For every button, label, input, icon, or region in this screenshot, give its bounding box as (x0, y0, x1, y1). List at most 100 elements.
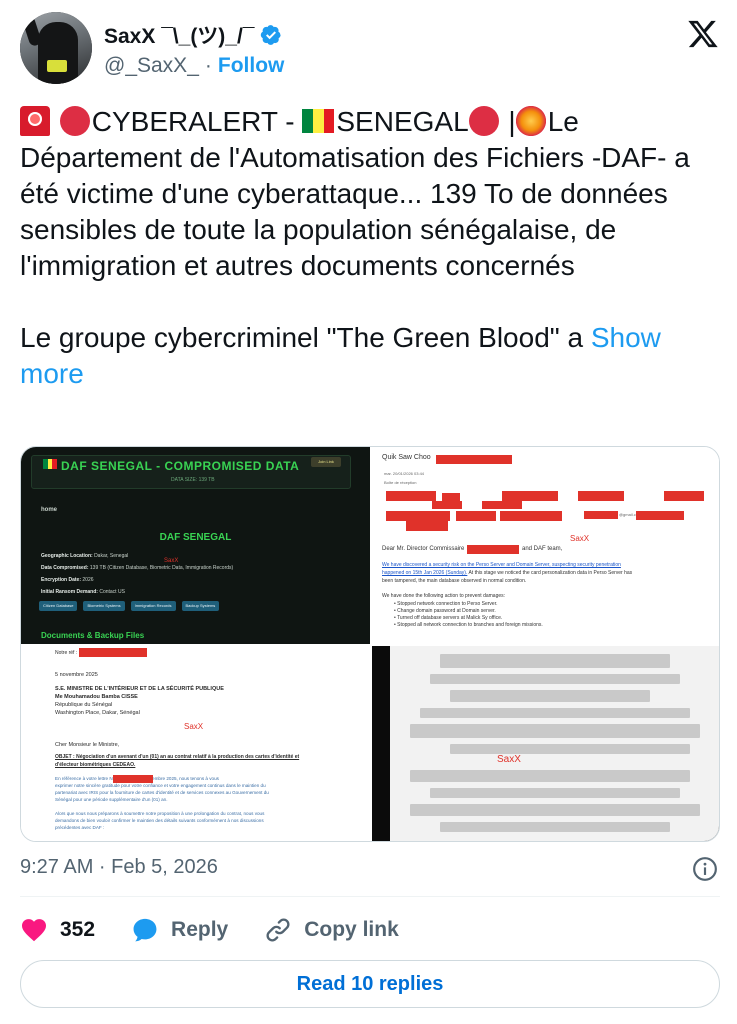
author-name-row: SaxX ¯\_(ツ)_/¯ (104, 22, 282, 48)
leak-category-chips: Citizen Database Biometric Systems Immig… (39, 601, 220, 611)
letter-reference: Notre réf : (55, 650, 78, 656)
leak-field-row: Geographic Location: Dakar, Senegal (41, 553, 129, 559)
chip: Backup Systems (181, 601, 220, 611)
letter-salutation: Cher Monsieur le Ministre, (55, 742, 120, 748)
tweet-body: Département de l'Automatisation des Fich… (20, 142, 690, 281)
letter-recipient-line: Me Mouhamadou Bamba CISSE (55, 694, 138, 700)
senegal-flag-icon (302, 109, 335, 133)
avatar[interactable] (20, 12, 92, 84)
redaction (386, 511, 450, 521)
chip: Citizen Database (39, 601, 78, 611)
leak-section-title: Documents & Backup Files (41, 631, 145, 640)
email-greeting-end: and DAF team, (522, 546, 563, 552)
leak-site-subtitle: DATA SIZE: 139 TB (171, 477, 215, 483)
media-image-3[interactable]: Notre réf : 5 novembre 2025 S.E. MINISTR… (21, 646, 370, 841)
media-image-4[interactable]: SaxX (372, 646, 719, 841)
redaction (386, 491, 436, 501)
leak-site-nav: home (41, 507, 58, 513)
heart-icon (21, 919, 47, 942)
reply-label: Reply (171, 918, 229, 941)
redaction (578, 491, 624, 501)
email-paragraph: been tampered, the main database observe… (382, 578, 527, 584)
email-bullet: • Stopped network connection to Perso Se… (394, 601, 498, 607)
letter-recipient-line: République du Sénégal (55, 702, 113, 708)
x-logo-icon[interactable] (686, 18, 720, 50)
link-icon (266, 918, 290, 942)
reply-button[interactable]: Reply (131, 916, 228, 944)
email-greeting: Dear Mr. Director Commissaire (382, 546, 465, 552)
redaction (79, 648, 147, 657)
letter-date: 5 novembre 2025 (55, 672, 98, 678)
chip: Immigration Records (130, 601, 176, 611)
leak-field-row: Encryption Date: 2026 (41, 577, 94, 583)
watermark: SaxX (184, 722, 204, 731)
media-image-1[interactable]: DAF SENEGAL - COMPROMISED DATA DATA SIZE… (21, 447, 370, 644)
email-bullet: • Change domain password at Domain serve… (394, 608, 496, 614)
follow-button[interactable]: Follow (218, 54, 285, 78)
email-folder: Boîte de réception (384, 480, 417, 485)
letter-body-line: Alors que nous nous préparons à soumettr… (55, 811, 265, 816)
letter-recipient-line: S.E. MINISTRE DE L'INTÉRIEUR ET DE LA SÉ… (55, 686, 224, 692)
tweet-actions: 352 Reply Copy link (20, 914, 435, 946)
comment-bubble-icon (133, 918, 157, 942)
leak-site-heading: DAF SENEGAL (159, 532, 232, 543)
author-handle[interactable]: @_SaxX_ (104, 54, 199, 78)
tweet-line1-c: | (500, 106, 516, 137)
redaction (502, 491, 558, 501)
like-count: 352 (60, 918, 96, 941)
copy-link-button[interactable]: Copy link (264, 916, 399, 944)
separator-dot: · (204, 54, 212, 77)
tweet-text: CYBERALERT - SENEGAL | Le Département de … (20, 104, 720, 392)
collision-emoji-icon (515, 106, 546, 136)
like-button[interactable]: 352 (20, 916, 95, 944)
redaction (500, 511, 562, 521)
letter-body-line: demandons de bien vouloir confirmer le m… (55, 818, 264, 823)
redaction (442, 493, 460, 501)
author-handle-row: @_SaxX_ · Follow (104, 54, 284, 78)
redaction (436, 455, 512, 464)
leak-site-join-button: Join Link (311, 457, 341, 467)
email-date: mar. 20/01/2026 03:44 (384, 471, 425, 476)
tweet-line1-a: CYBERALERT - (91, 106, 303, 137)
media-image-2[interactable]: Quik Saw Choo mar. 20/01/2026 03:44 Boît… (372, 447, 719, 644)
verified-badge-icon (261, 25, 282, 45)
email-bullet: • Turned off database servers at Malick … (394, 615, 503, 621)
redaction (113, 775, 153, 783)
redaction (636, 511, 684, 520)
watermark: SaxX (570, 534, 590, 543)
author-display-name[interactable]: SaxX ¯\_(ツ)_/¯ (104, 20, 254, 50)
siren-emoji-icon (20, 106, 50, 136)
letter-recipient-line: Washington Place, Dakar, Sénégal (55, 710, 140, 716)
leak-field-row: Initial Ransom Demand: Contact US (41, 589, 125, 595)
tweet-line1-d: Le (547, 106, 579, 137)
letter-body-line: Sénégal pour une période supplémentaire … (55, 797, 168, 802)
email-paragraph: We have done the following action to pre… (382, 593, 506, 599)
tweet-timestamp[interactable]: 9:27 AM · Feb 5, 2026 (20, 856, 218, 882)
tweet-header: SaxX ¯\_(ツ)_/¯ @_SaxX_ · Follow (20, 12, 720, 88)
email-paragraph-link: We have discovered a security risk on th… (382, 562, 621, 568)
letter-body-line: précédentes avec DAF : (55, 825, 105, 830)
letter-subject: d'électeur biométriques CEDEAO. (55, 762, 136, 768)
read-replies-button[interactable]: Read 10 replies (20, 960, 720, 1008)
letter-body-line: partenariat avec IRIS pour la fourniture… (55, 790, 269, 795)
email-from: Quik Saw Choo (382, 454, 431, 461)
redaction (584, 511, 618, 519)
red-circle-emoji-icon (59, 106, 90, 136)
email-paragraph: happened on 15th Jan 2026 (Sunday). At t… (382, 570, 633, 576)
media-grid: DAF SENEGAL - COMPROMISED DATA DATA SIZE… (20, 446, 720, 842)
tweet-para2: Le groupe cybercriminel "The Green Blood… (20, 322, 591, 353)
divider (20, 896, 720, 897)
redaction (432, 501, 462, 509)
redaction (664, 491, 704, 501)
leak-site-title: DAF SENEGAL - COMPROMISED DATA (61, 459, 300, 473)
leak-field-row: Data Compromised: 139 TB (Citizen Databa… (41, 565, 234, 571)
redaction (406, 521, 448, 531)
letter-subject: OBJET : Négociation d'un avenant d'un (0… (55, 754, 300, 760)
letter-body-line: exprimer notre sincère gratitude pour vo… (55, 783, 266, 788)
info-icon[interactable] (692, 856, 718, 882)
redaction (467, 545, 519, 554)
blurred-document (390, 646, 719, 841)
redaction (482, 501, 522, 509)
senegal-flag-icon (43, 459, 58, 469)
redaction (456, 511, 496, 521)
